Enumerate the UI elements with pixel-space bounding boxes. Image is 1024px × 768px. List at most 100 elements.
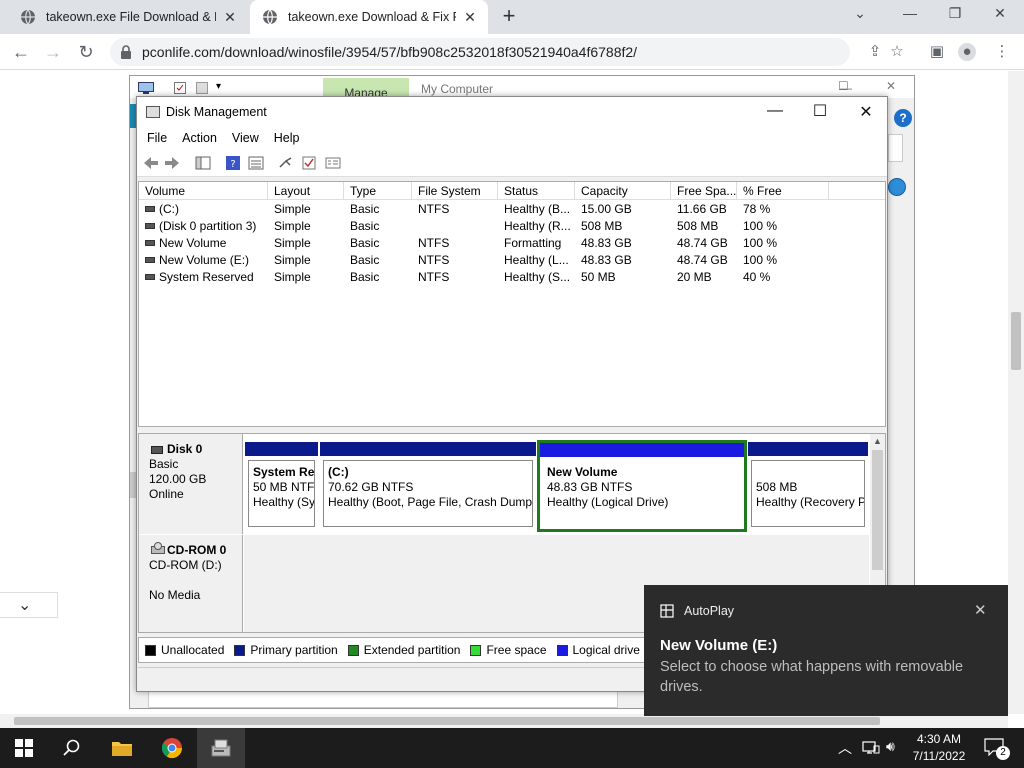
collapse-toggle[interactable]: ⌄ [0,592,58,618]
clock-date: 7/11/2022 [912,749,966,763]
settings-list-icon[interactable] [325,155,341,171]
new-tab-button[interactable]: + [498,5,520,27]
side-panel-icon[interactable]: ▣ [928,43,946,61]
column-header-capacity[interactable]: Capacity [575,182,671,200]
legend-item: Unallocated [145,643,224,657]
document-icon [196,82,208,94]
cdrom-drive: CD-ROM (D:) [149,558,222,572]
column-header-layout[interactable]: Layout [268,182,344,200]
reload-button[interactable]: ↻ [75,42,97,62]
table-row[interactable]: New Volume Simple Basic NTFS Formatting … [139,235,885,252]
partition-size: 70.62 GB NTFS [328,480,414,494]
menu-view[interactable]: View [232,127,259,149]
restore-button[interactable]: ❐ [945,5,965,22]
clock-time: 4:30 AM [916,732,962,746]
menu-action[interactable]: Action [182,127,217,149]
maximize-button[interactable]: ☐ [838,79,849,93]
horizontal-scrollbar[interactable] [0,714,1008,728]
partition-new-volume[interactable]: New Volume 48.83 GB NTFS Healthy (Logica… [537,440,747,532]
system-clock[interactable]: 4:30 AM 7/11/2022 [898,731,980,765]
close-icon[interactable]: ✕ [462,9,478,26]
omnibox[interactable]: pconlife.com/download/winosfile/3954/57/… [110,38,850,66]
cdrom-0-label[interactable]: CD-ROM 0 CD-ROM (D:) No Media [139,535,243,632]
connect-icon[interactable] [278,155,294,171]
legend-label: Free space [486,643,547,657]
disk-0-label[interactable]: Disk 0 Basic 120.00 GB Online [139,434,243,534]
volume-status: Formatting [504,236,562,250]
network-icon[interactable] [862,740,880,756]
toolbar: ? [137,149,887,177]
table-row[interactable]: System Reserved Simple Basic NTFS Health… [139,269,885,286]
close-window-button[interactable]: ✕ [990,5,1010,22]
chrome-button[interactable] [148,728,196,768]
maximize-button[interactable]: ☐ [808,101,832,121]
profile-icon[interactable]: ● [958,43,976,61]
scroll-thumb[interactable] [14,717,880,725]
legend-label: Extended partition [363,643,461,657]
list-view-icon[interactable] [248,155,264,171]
scroll-up-icon[interactable]: ▲ [873,436,882,446]
help-icon[interactable]: ? [225,155,241,171]
volume-free-space: 48.74 GB [677,236,728,250]
column-header-status[interactable]: Status [498,182,575,200]
scroll-thumb[interactable] [1011,312,1021,370]
volume-icon[interactable]: 🔊︎ [886,738,895,755]
table-row[interactable]: (C:) Simple Basic NTFS Healthy (B... 15.… [139,201,885,218]
disk-icon [151,446,163,454]
scroll-thumb[interactable] [872,450,883,570]
more-menu-icon[interactable]: ⋮ [993,43,1011,61]
partition-recovery[interactable]: 508 MB Healthy (Recovery P [748,442,868,530]
share-icon[interactable]: ⇪ [866,43,884,61]
browser-tab-2[interactable]: takeown.exe Download & Fix For ✕ [250,0,488,34]
forward-button[interactable]: → [42,42,64,62]
file-explorer-button[interactable] [98,728,146,768]
help-icon[interactable]: ? [894,109,912,127]
lock-icon [121,45,131,59]
bookmark-star-icon[interactable]: ☆ [888,43,906,61]
disk-management-icon [146,106,160,118]
menu-help[interactable]: Help [274,127,300,149]
column-header-file-system[interactable]: File System [412,182,498,200]
properties-check-icon[interactable] [301,155,317,171]
show-hide-tree-icon[interactable] [195,155,211,171]
partition-size: 48.83 GB NTFS [547,480,633,494]
close-window-button[interactable]: ✕ [854,102,878,122]
start-button[interactable] [0,728,48,768]
legend-swatch [470,644,482,656]
minimize-button[interactable]: — [900,5,920,21]
close-window-button[interactable]: ✕ [886,79,896,93]
partition-system-reserved[interactable]: System Re 50 MB NTFS Healthy (Sy [245,442,318,530]
column-header-type[interactable]: Type [344,182,412,200]
dropdown-arrow-icon[interactable]: ▾ [216,81,221,92]
table-row[interactable]: (Disk 0 partition 3) Simple Basic Health… [139,218,885,235]
partition-c[interactable]: (C:) 70.62 GB NTFS Healthy (Boot, Page F… [320,442,536,530]
browser-tab-1[interactable]: takeown.exe File Download & Fix ✕ [8,0,248,34]
forward-arrow-icon[interactable] [164,155,180,171]
volume-name: System Reserved [159,270,254,284]
back-button[interactable]: ← [10,42,32,62]
column-header-percent-free[interactable]: % Free [737,182,829,200]
volume-list[interactable]: Volume Layout Type File System Status Ca… [138,181,886,427]
autoplay-notification[interactable]: AutoPlay ✕ New Volume (E:) Select to cho… [644,585,1008,716]
column-header-volume[interactable]: Volume [139,182,268,200]
notification-heading: New Volume (E:) [660,637,778,654]
legend-swatch [234,644,246,656]
vertical-scrollbar[interactable] [1008,71,1024,714]
close-icon[interactable]: ✕ [222,9,238,26]
volume-file-system: NTFS [418,253,450,267]
minimize-button[interactable]: — [763,102,787,120]
column-header-free-space[interactable]: Free Spa... [671,182,737,200]
chevron-up-icon[interactable]: ︿ [838,738,852,758]
close-icon[interactable]: ✕ [974,601,987,619]
volume-layout: Simple [274,219,311,233]
properties-icon [174,82,186,94]
computer-management-taskbar-button[interactable] [197,728,245,768]
back-arrow-icon[interactable] [143,155,159,171]
volume-file-system: NTFS [418,270,450,284]
search-button[interactable] [48,728,96,768]
table-row[interactable]: New Volume (E:) Simple Basic NTFS Health… [139,252,885,269]
menu-file[interactable]: File [147,127,167,149]
tab-search-icon[interactable]: ⌄ [850,5,870,22]
partition-color-bar [748,442,868,456]
partition-color-bar [320,442,536,456]
